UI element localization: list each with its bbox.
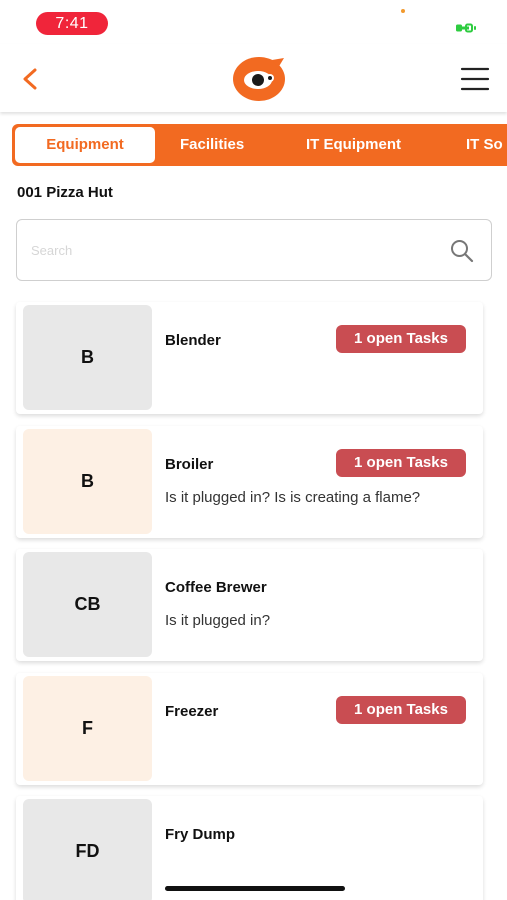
search-input[interactable] [31, 238, 431, 262]
open-tasks-badge[interactable]: 1 open Tasks [336, 449, 466, 477]
chevron-left-icon[interactable] [18, 66, 44, 92]
top-nav-bar [0, 44, 507, 112]
item-avatar: F [23, 676, 152, 781]
item-description: Is it plugged in? Is is creating a flame… [165, 489, 421, 506]
status-dot-indicator [401, 9, 405, 13]
status-bar: 7:41 [0, 0, 507, 44]
item-name: Freezer [165, 703, 219, 720]
item-avatar: B [23, 429, 152, 534]
list-item-blender[interactable]: B Blender 1 open Tasks [16, 302, 483, 414]
item-avatar: B [23, 305, 152, 410]
search-icon[interactable] [449, 238, 475, 264]
open-tasks-badge[interactable]: 1 open Tasks [336, 696, 466, 724]
item-name: Blender [165, 332, 221, 349]
category-tabs: Equipment Facilities IT Equipment IT So [12, 124, 507, 166]
battery-icon [456, 23, 476, 33]
list-item-freezer[interactable]: F Freezer 1 open Tasks [16, 673, 483, 785]
owl-eye-logo [233, 57, 285, 101]
item-name: Coffee Brewer [165, 579, 267, 596]
home-indicator[interactable] [165, 886, 345, 891]
hamburger-menu-icon[interactable] [460, 66, 490, 92]
store-name: 001 Pizza Hut [17, 184, 113, 201]
item-name: Broiler [165, 456, 214, 473]
item-name: Fry Dump [165, 826, 236, 843]
item-description: Is it plugged in? [165, 612, 271, 629]
item-avatar: FD [23, 799, 152, 900]
open-tasks-badge[interactable]: 1 open Tasks [336, 325, 466, 353]
tab-it-software[interactable]: IT So [466, 124, 503, 166]
tab-it-equipment[interactable]: IT Equipment [306, 124, 401, 166]
list-item-broiler[interactable]: B Broiler 1 open Tasks Is it plugged in?… [16, 426, 483, 538]
status-time: 7:41 [36, 12, 108, 35]
item-avatar: CB [23, 552, 152, 657]
search-box [16, 219, 492, 281]
list-item-coffee-brewer[interactable]: CB Coffee Brewer Is it plugged in? [16, 549, 483, 661]
tab-equipment[interactable]: Equipment [15, 127, 155, 163]
tab-facilities[interactable]: Facilities [180, 124, 244, 166]
list-item-fry-dump[interactable]: FD Fry Dump [16, 796, 483, 900]
